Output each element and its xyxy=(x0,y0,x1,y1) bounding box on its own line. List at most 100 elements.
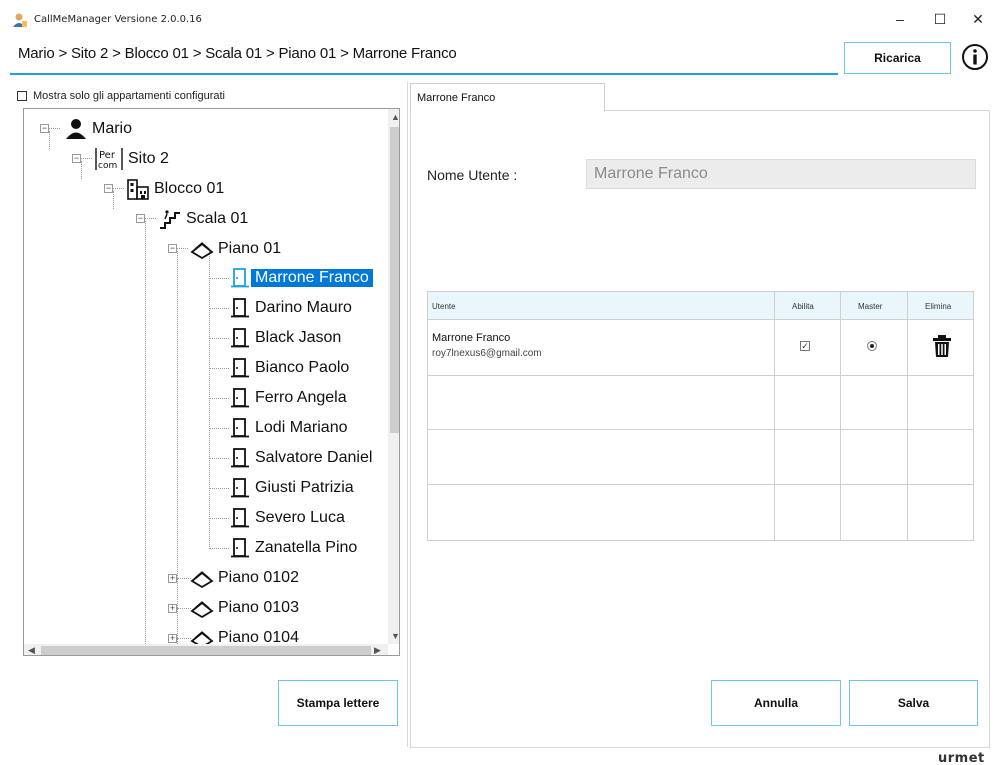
collapse-toggle[interactable]: − xyxy=(136,214,145,223)
door-icon xyxy=(231,478,249,498)
tree-connector xyxy=(209,398,229,399)
window-title: CallMeManager Versione 2.0.0.16 xyxy=(34,14,202,25)
only-configured-toggle[interactable]: Mostra solo gli appartamenti configurati xyxy=(17,90,225,102)
minimize-button[interactable]: – xyxy=(885,9,915,29)
trash-icon[interactable] xyxy=(932,334,952,358)
master-radio[interactable] xyxy=(867,341,877,351)
tree-node-label: Mario xyxy=(92,120,133,137)
site-tree[interactable]: − Mario − Per com Sito 2 − Blocco 01 − S… xyxy=(23,108,400,656)
cancel-button[interactable]: Annulla xyxy=(711,680,841,726)
svg-text:Per: Per xyxy=(99,150,116,161)
collapse-toggle[interactable]: − xyxy=(168,244,177,253)
tree-node-apartment[interactable]: Salvatore Daniel xyxy=(229,445,376,471)
tree-node-site[interactable]: Per com Sito 2 xyxy=(94,146,173,172)
save-button[interactable]: Salva xyxy=(849,680,978,726)
collapse-toggle[interactable]: − xyxy=(72,154,81,163)
column-header-delete[interactable]: Elimina xyxy=(925,302,951,311)
tree-node-user[interactable]: Mario xyxy=(64,116,136,142)
scroll-thumb[interactable] xyxy=(41,646,371,655)
grid-divider xyxy=(907,292,908,540)
expand-toggle[interactable]: + xyxy=(168,574,177,583)
tree-node-block[interactable]: Blocco 01 xyxy=(126,176,228,202)
tree-node-floor[interactable]: Piano 0102 xyxy=(190,565,303,591)
scroll-left-icon[interactable]: ◀ xyxy=(28,645,35,655)
only-configured-checkbox[interactable] xyxy=(17,91,27,101)
print-letters-button[interactable]: Stampa lettere xyxy=(278,680,398,726)
tree-node-apartment[interactable]: Bianco Paolo xyxy=(229,355,353,381)
tree-node-apartment[interactable]: Ferro Angela xyxy=(229,385,351,411)
tree-connector xyxy=(177,578,191,579)
tree-node-label: Piano 0103 xyxy=(218,599,299,616)
tree-connector xyxy=(209,458,229,459)
tree-node-apartment[interactable]: Darino Mauro xyxy=(229,295,356,321)
stairs-icon xyxy=(160,210,180,229)
collapse-toggle[interactable]: − xyxy=(40,124,49,133)
tree-node-label: Ferro Angela xyxy=(255,389,347,406)
scroll-right-icon[interactable]: ▶ xyxy=(374,645,381,655)
building-icon xyxy=(127,179,149,200)
tree-connector xyxy=(177,608,191,609)
tree-connector xyxy=(209,308,229,309)
tree-connector xyxy=(145,221,146,646)
scroll-down-icon[interactable]: ▼ xyxy=(391,631,399,641)
app-icon xyxy=(13,13,27,27)
tab-user[interactable]: Marrone Franco xyxy=(410,83,605,111)
tree-node-label: Piano 0102 xyxy=(218,569,299,586)
tree-connector xyxy=(209,548,229,549)
tree-node-floor[interactable]: Piano 01 xyxy=(190,236,285,262)
floor-icon xyxy=(190,242,214,260)
door-icon xyxy=(231,298,249,318)
tree-connector xyxy=(113,191,114,209)
breadcrumb: Mario > Sito 2 > Blocco 01 > Scala 01 > … xyxy=(18,45,457,62)
tree-node-stair[interactable]: Scala 01 xyxy=(158,206,252,232)
column-header-enable[interactable]: Abilita xyxy=(792,302,814,311)
tree-node-label: Severo Luca xyxy=(255,509,345,526)
grid-divider xyxy=(428,484,973,485)
horizontal-scrollbar[interactable]: ◀ ▶ xyxy=(24,644,388,655)
info-icon[interactable] xyxy=(960,42,990,72)
tree-node-apartment[interactable]: Marrone Franco xyxy=(229,265,373,291)
door-icon xyxy=(231,328,249,348)
enable-checkbox[interactable]: ✓ xyxy=(800,341,810,351)
tree-node-label: Marrone Franco xyxy=(251,269,373,287)
tree-node-floor[interactable]: Piano 0103 xyxy=(190,595,303,621)
tree-node-label: Zanatella Pino xyxy=(255,539,358,556)
door-icon xyxy=(231,388,249,408)
column-header-master[interactable]: Master xyxy=(858,302,882,311)
user-name-field[interactable]: Marrone Franco xyxy=(586,159,976,189)
collapse-toggle[interactable]: − xyxy=(104,184,113,193)
close-button[interactable]: ✕ xyxy=(963,9,993,29)
tree-node-label: Bianco Paolo xyxy=(255,359,350,376)
tree-node-apartment[interactable]: Lodi Mariano xyxy=(229,415,352,441)
tree-connector xyxy=(81,161,82,179)
tree-connector xyxy=(209,488,229,489)
tree-connector xyxy=(177,638,191,639)
column-header-user[interactable]: Utente xyxy=(432,302,456,311)
scroll-thumb[interactable] xyxy=(390,127,399,433)
expand-toggle[interactable]: + xyxy=(168,604,177,613)
tree-node-apartment[interactable]: Severo Luca xyxy=(229,505,349,531)
user-cell-email: roy7lnexus6@gmail.com xyxy=(432,348,542,359)
scroll-up-icon[interactable]: ▲ xyxy=(391,112,399,122)
door-icon xyxy=(231,538,249,558)
door-icon xyxy=(231,418,249,438)
tree-connector xyxy=(209,428,229,429)
tree-node-label: Scala 01 xyxy=(186,210,249,227)
tree-connector xyxy=(209,368,229,369)
tree-node-apartment[interactable]: Giusti Patrizia xyxy=(229,475,358,501)
expand-toggle[interactable]: + xyxy=(168,634,177,643)
maximize-button[interactable]: ☐ xyxy=(925,9,955,29)
vertical-scrollbar[interactable]: ▲ ▼ xyxy=(388,109,399,644)
grid-divider xyxy=(774,292,775,540)
tree-connector xyxy=(49,131,50,149)
tree-node-apartment[interactable]: Black Jason xyxy=(229,325,345,351)
users-grid: Utente Abilita Master Elimina Marrone Fr… xyxy=(427,291,974,541)
reload-button[interactable]: Ricarica xyxy=(844,42,951,74)
grid-divider xyxy=(428,429,973,430)
tree-node-label: Piano 01 xyxy=(218,240,282,257)
only-configured-label: Mostra solo gli appartamenti configurati xyxy=(33,90,225,102)
tree-node-apartment[interactable]: Zanatella Pino xyxy=(229,535,361,561)
breadcrumb-underline xyxy=(10,73,838,75)
tree-connector xyxy=(209,278,229,279)
user-icon xyxy=(66,119,86,139)
